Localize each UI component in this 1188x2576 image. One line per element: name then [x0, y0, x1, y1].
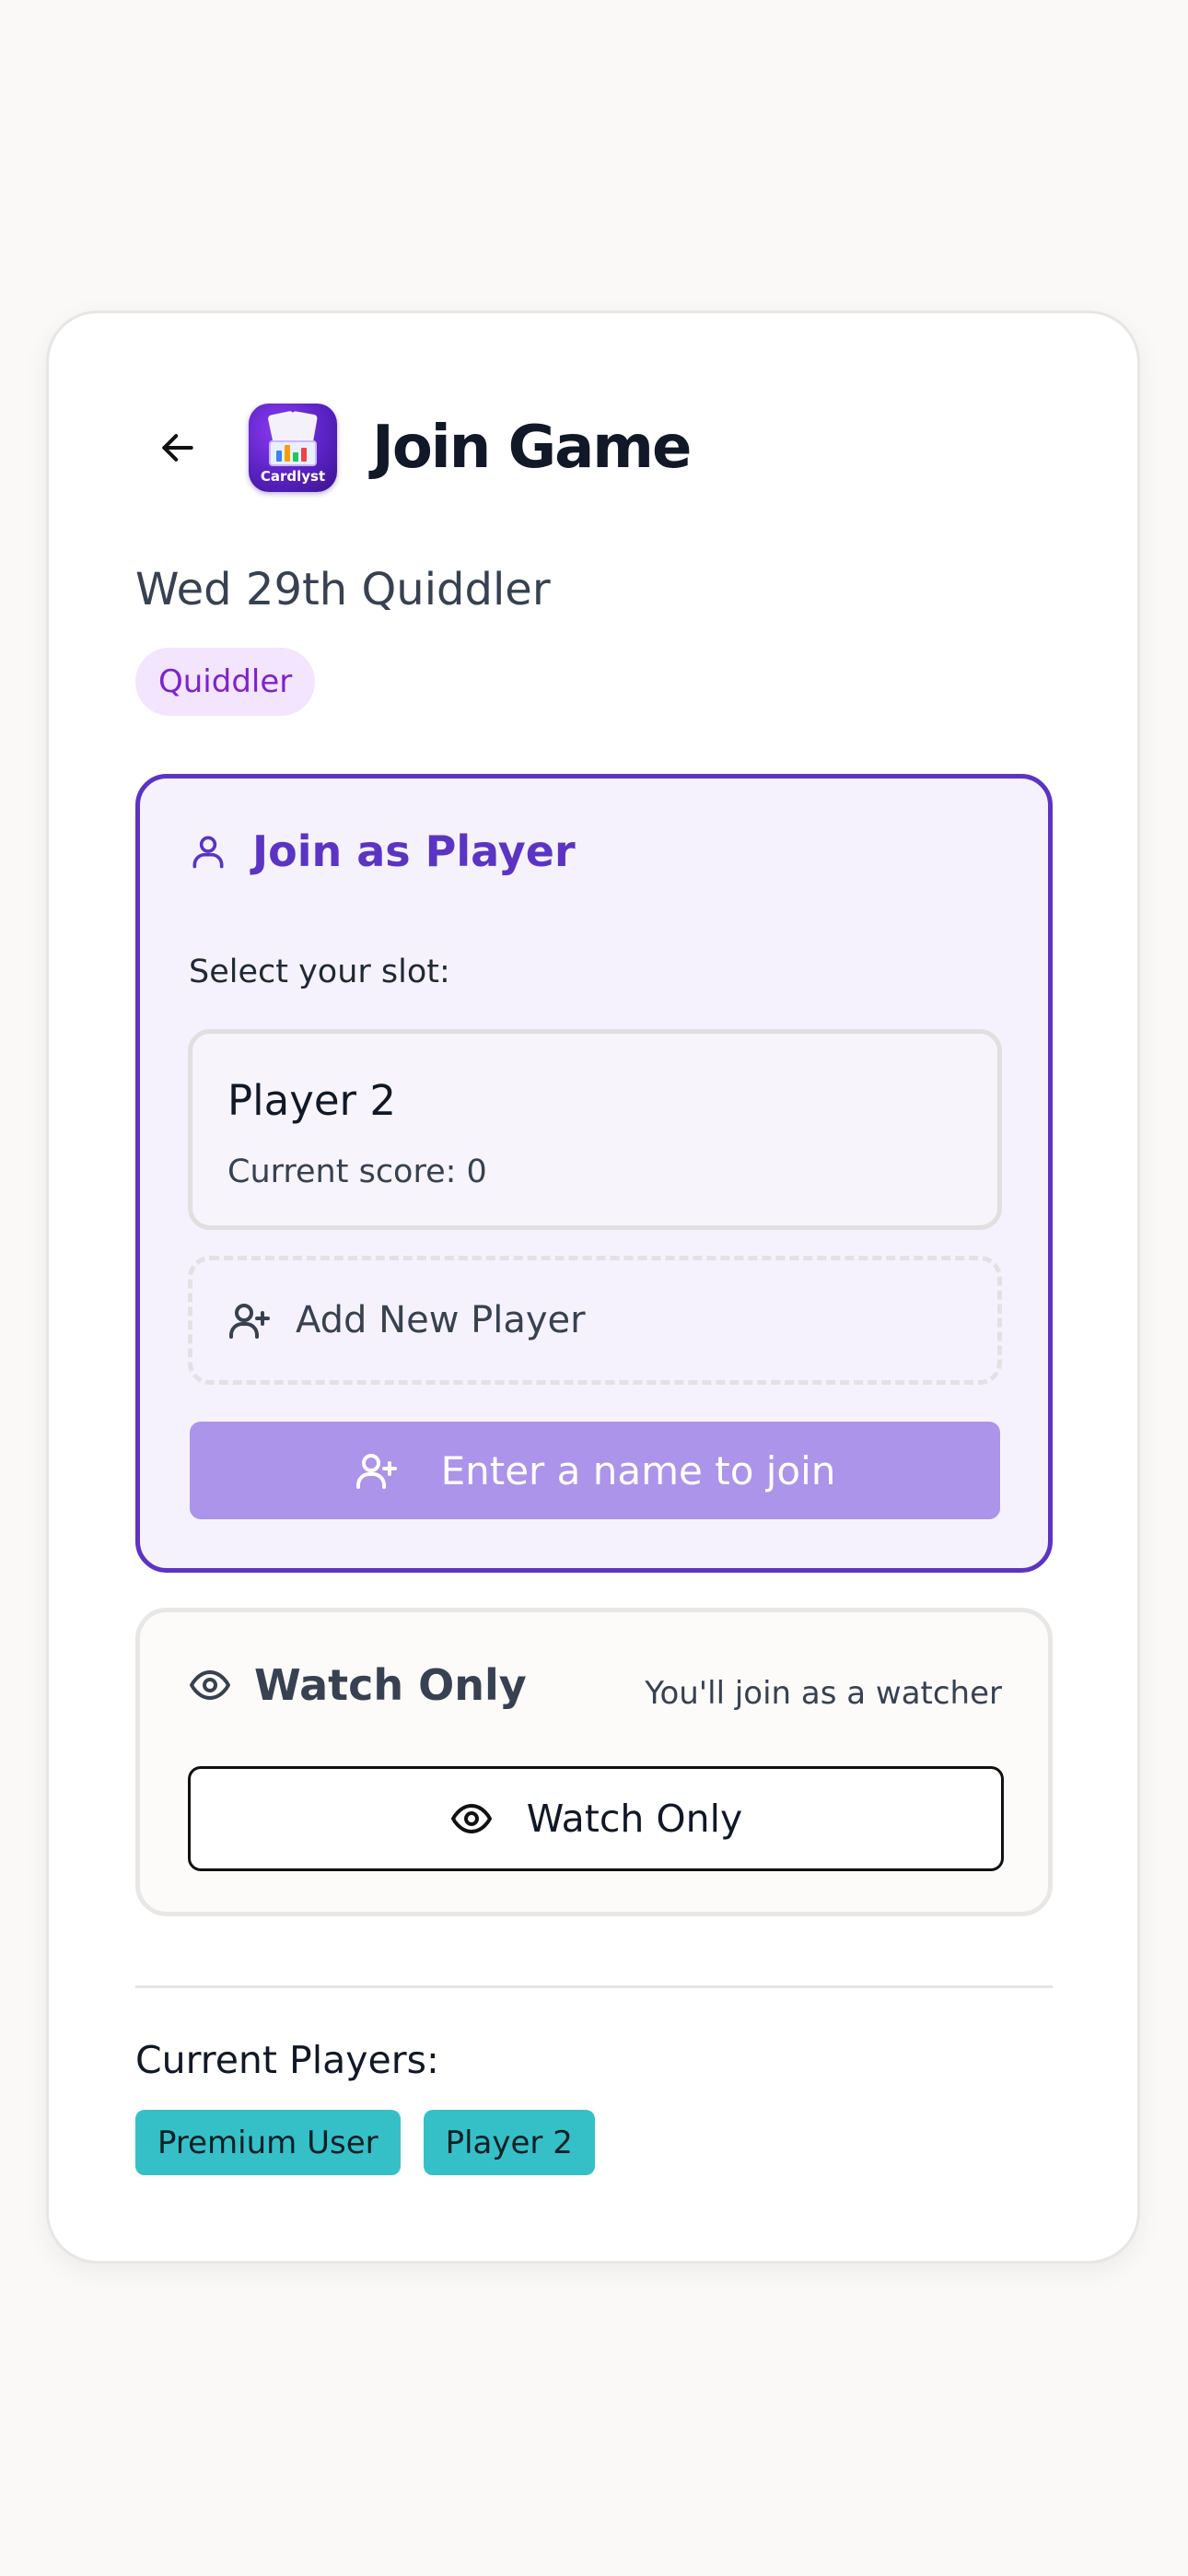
current-players-label: Current Players: [135, 2038, 439, 2082]
slot-label: Select your slot: [189, 954, 450, 990]
player-chip: Player 2 [423, 2110, 595, 2175]
add-new-player-button[interactable]: Add New Player [188, 1256, 1002, 1385]
header: Cardlyst Join Game [136, 404, 692, 492]
slot-player-name: Player 2 [227, 1076, 396, 1125]
back-button[interactable] [136, 406, 219, 489]
join-button[interactable]: Enter a name to join [190, 1422, 1000, 1519]
slot-current-score: Current score: 0 [227, 1153, 487, 1190]
player-chip: Premium User [135, 2110, 401, 2175]
current-players-list: Premium User Player 2 [135, 2110, 595, 2175]
player-section-title: Join as Player [252, 826, 576, 876]
eye-icon [449, 1797, 494, 1841]
join-as-player-section: Join as Player Select your slot: Player … [135, 774, 1053, 1573]
eye-icon [188, 1663, 232, 1707]
join-button-label: Enter a name to join [440, 1447, 836, 1493]
watch-only-button[interactable]: Watch Only [188, 1766, 1004, 1871]
watcher-note: You'll join as a watcher [645, 1675, 1002, 1712]
user-plus-icon [227, 1298, 272, 1342]
divider [135, 1985, 1053, 1988]
logo-text: Cardlyst [260, 468, 326, 485]
player-section-header: Join as Player [188, 826, 576, 876]
watch-section-header: Watch Only [188, 1660, 527, 1710]
watch-section-title: Watch Only [254, 1660, 527, 1710]
app-logo: Cardlyst [249, 404, 337, 492]
game-type-tag: Quiddler [135, 648, 316, 716]
watch-only-button-label: Watch Only [526, 1797, 743, 1841]
user-plus-icon [355, 1448, 399, 1493]
add-new-player-label: Add New Player [296, 1299, 586, 1341]
user-icon [188, 831, 228, 872]
player-slot-card[interactable]: Player 2 Current score: 0 [188, 1029, 1002, 1230]
watch-only-section: Watch Only You'll join as a watcher Watc… [135, 1608, 1053, 1916]
game-name: Wed 29th Quiddler [135, 564, 551, 615]
arrow-left-icon [157, 427, 198, 468]
page-title: Join Game [372, 414, 692, 482]
